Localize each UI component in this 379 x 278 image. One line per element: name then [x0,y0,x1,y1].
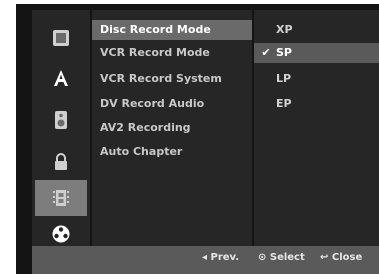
setup-menu: Disc Record Mode VCR Record Mode VCR Rec… [92,10,252,260]
option-list: XP ✔ SP LP EP [254,10,379,260]
option-label: LP [276,72,292,85]
option-ep[interactable]: EP [254,94,379,114]
menu-item-dv-record-audio[interactable]: DV Record Audio [92,94,252,114]
option-lp[interactable]: LP [254,69,379,89]
reel-icon [52,225,70,243]
disc-icon [53,30,69,46]
font-a-icon [54,70,68,86]
menu-item-auto-chapter[interactable]: Auto Chapter [92,142,252,162]
footer-bar: ◂ Prev. ⊙ Select ↩ Close [32,246,379,274]
sidebar-item-language[interactable] [35,60,87,96]
film-icon [53,190,69,206]
setup-sidebar [32,10,90,260]
menu-item-av2-recording[interactable]: AV2 Recording [92,118,252,138]
option-sp[interactable]: ✔ SP [254,43,379,63]
osd-screen: Disc Record Mode VCR Record Mode VCR Rec… [16,4,379,274]
menu-item-vcr-record-mode[interactable]: VCR Record Mode [92,43,252,63]
option-xp[interactable]: XP [254,20,379,40]
speaker-icon [55,111,67,129]
menu-item-disc-record-mode[interactable]: Disc Record Mode [92,20,252,40]
option-label: EP [276,97,292,110]
sidebar-item-disc[interactable] [35,20,87,56]
check-icon: ✔ [261,46,271,59]
sidebar-item-recording[interactable] [35,180,87,216]
select-hint[interactable]: ⊙ Select [258,252,305,263]
option-label: XP [276,23,293,36]
option-label: SP [276,46,292,59]
prev-hint[interactable]: ◂ Prev. [202,252,239,263]
menu-item-vcr-record-system[interactable]: VCR Record System [92,69,252,89]
sidebar-item-lock[interactable] [35,144,87,180]
lock-icon [55,153,67,170]
sidebar-item-audio[interactable] [35,102,87,138]
close-hint[interactable]: ↩ Close [320,252,362,263]
